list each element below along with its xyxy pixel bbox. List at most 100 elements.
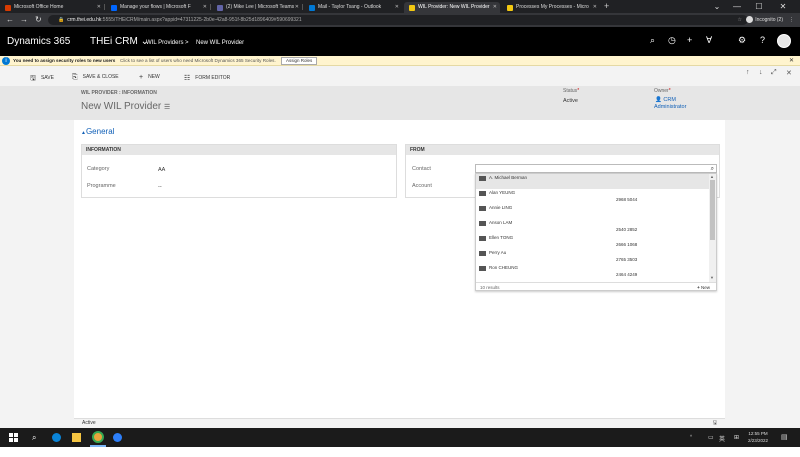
info-icon: i <box>2 57 10 65</box>
lookup-result[interactable]: Perry Au 2765 3503 <box>476 249 709 264</box>
browser-tab[interactable]: Manage your flows | Microsoft F ✕ <box>106 2 210 13</box>
scrollbar-thumb[interactable] <box>710 180 715 240</box>
keyboard-icon[interactable]: ⊞ <box>734 434 739 441</box>
close-tab-icon[interactable]: ✕ <box>493 2 497 13</box>
lookup-result[interactable]: Ellen TONG 2666 1068 <box>476 234 709 249</box>
browser-tab[interactable]: Processes My Processes - Micro ✕ <box>502 2 600 13</box>
breadcrumb-page: New WIL Provider <box>196 40 245 46</box>
save-button[interactable]: 🖫 SAVE <box>30 73 54 84</box>
save-close-button[interactable]: ⎘ SAVE & CLOSE <box>72 73 119 81</box>
scroll-down-icon[interactable]: ▼ <box>710 275 714 280</box>
new-button[interactable]: + NEW <box>139 73 160 81</box>
edge-icon[interactable] <box>52 433 61 442</box>
avatar[interactable] <box>777 34 791 48</box>
breadcrumb-area[interactable]: WIL Providers <box>146 40 183 46</box>
owner-value[interactable]: 👤 CRM Administrator <box>654 97 686 111</box>
chrome-icon[interactable] <box>92 431 104 443</box>
previous-record-icon[interactable]: ↑ <box>746 69 750 76</box>
contact-card-icon <box>479 236 486 241</box>
browser-menu-icon[interactable]: ⋮ <box>789 17 794 23</box>
next-record-icon[interactable]: ↓ <box>759 69 763 76</box>
form-editor-button[interactable]: ☷ FORM EDITOR <box>184 73 230 82</box>
outlook-icon <box>309 5 315 11</box>
bookmark-star-icon[interactable]: ☆ <box>738 15 742 25</box>
information-panel-header: INFORMATION <box>82 145 396 155</box>
lock-icon: 🔒 <box>58 17 65 23</box>
browser-tab-active[interactable]: WIL Provider: New WIL Provider ✕ <box>404 2 500 13</box>
gear-icon[interactable]: ⚙ <box>738 35 746 46</box>
notification-bar: i You need to assign security roles to n… <box>0 56 800 66</box>
close-tab-icon[interactable]: ✕ <box>97 2 101 13</box>
new-tab-button[interactable]: + <box>604 1 609 11</box>
close-tab-icon[interactable]: ✕ <box>295 2 299 13</box>
windows-start-icon[interactable] <box>9 433 18 442</box>
result-count: 10 results <box>480 285 500 290</box>
lookup-new-button[interactable]: + New <box>697 283 710 293</box>
filter-icon[interactable]: ∀ <box>706 35 712 46</box>
close-tab-icon[interactable]: ✕ <box>203 2 207 13</box>
browser-tab[interactable]: Mail - Taylor Tsang - Outlook ✕ <box>304 2 402 13</box>
category-value[interactable]: AA <box>158 167 165 173</box>
lookup-result[interactable]: A. Michael Berman <box>476 174 709 189</box>
windows-taskbar: ⌕ ^ ▭ 英 ⊞ 12:55 PM 2/23/2022 ▤ <box>0 428 800 447</box>
file-explorer-icon[interactable] <box>72 433 81 442</box>
assign-roles-button[interactable]: Assign Roles <box>281 57 318 65</box>
browser-tab[interactable]: (2) Mike Lee | Microsoft Teams ✕ <box>212 2 302 13</box>
network-icon[interactable]: ▭ <box>708 434 714 441</box>
pop-out-icon[interactable]: ⤢ <box>771 69 777 77</box>
notification-text[interactable]: Click to see a list of users who need Mi… <box>120 56 276 66</box>
dynamics-icon <box>409 5 415 11</box>
contact-card-icon <box>479 251 486 256</box>
office-icon <box>5 5 11 11</box>
breadcrumb-separator: > <box>185 40 189 46</box>
save-icon[interactable]: 🖫 <box>713 419 717 428</box>
ime-icon[interactable]: 英 <box>719 434 725 443</box>
history-icon[interactable]: ◷ <box>668 35 676 46</box>
close-form-icon[interactable]: ✕ <box>786 69 792 77</box>
status-value[interactable]: Active <box>563 98 578 104</box>
notifications-icon[interactable]: ▤ <box>781 433 788 441</box>
contact-card-icon <box>479 191 486 196</box>
reload-icon[interactable]: ↻ <box>35 13 42 27</box>
bottom-strip <box>0 447 800 457</box>
lookup-result[interactable]: Alan YEUNG 2968 5044 <box>476 189 709 204</box>
chevron-up-icon[interactable]: ^ <box>690 434 692 439</box>
lookup-footer: 10 results + New <box>476 282 716 292</box>
close-tab-icon[interactable]: ✕ <box>593 2 597 13</box>
app-icon[interactable] <box>113 433 122 442</box>
help-icon[interactable]: ? <box>760 35 765 45</box>
close-window-icon[interactable]: ✕ <box>774 0 792 13</box>
app-name[interactable]: Dynamics 365 <box>7 36 70 47</box>
category-label: Category <box>87 166 110 172</box>
org-name[interactable]: THEi CRM ⌄ <box>90 36 149 47</box>
section-title[interactable]: ▲General <box>81 127 114 136</box>
lookup-result[interactable]: Anson LAM 2540 2852 <box>476 219 709 234</box>
close-icon[interactable]: ✕ <box>789 56 794 66</box>
forward-icon[interactable]: → <box>20 13 28 27</box>
search-icon[interactable]: ⌕ <box>32 433 41 442</box>
scrollbar[interactable]: ▲ ▼ <box>709 174 716 282</box>
search-icon[interactable]: ⌕ <box>650 35 655 46</box>
maximize-icon[interactable]: ☐ <box>750 0 768 13</box>
minimize-icon[interactable]: — <box>728 0 746 13</box>
contact-lookup-input[interactable]: ⌕ <box>475 164 717 173</box>
scroll-up-icon[interactable]: ▲ <box>710 174 714 179</box>
lookup-result[interactable]: Annie LING <box>476 204 709 219</box>
entity-form-label: WIL PROVIDER : INFORMATION <box>81 90 157 96</box>
status-label: Status* <box>563 88 580 94</box>
form-selector-icon[interactable]: ☰ <box>164 104 170 111</box>
incognito-badge[interactable]: Incognito (2) ⋮ <box>746 15 794 25</box>
close-tab-icon[interactable]: ✕ <box>395 2 399 13</box>
plus-icon[interactable]: + <box>687 35 692 45</box>
back-icon[interactable]: ← <box>6 13 14 27</box>
url-input[interactable]: 🔒 crm.thei.edu.hk:5555/THEiCRM/main.aspx?… <box>48 15 748 25</box>
power-automate-icon <box>111 5 117 11</box>
clock[interactable]: 12:55 PM 2/23/2022 <box>748 430 768 444</box>
lookup-result[interactable]: Ron CHEUNG 2464 4249 <box>476 264 709 279</box>
incognito-icon <box>746 16 754 24</box>
programme-value[interactable]: -- <box>158 184 162 190</box>
from-panel-header: FROM <box>406 145 719 155</box>
tab-search-icon[interactable]: ⌄ <box>708 0 726 13</box>
browser-tab[interactable]: Microsoft Office Home ✕ <box>0 2 104 13</box>
teams-icon <box>217 5 223 11</box>
